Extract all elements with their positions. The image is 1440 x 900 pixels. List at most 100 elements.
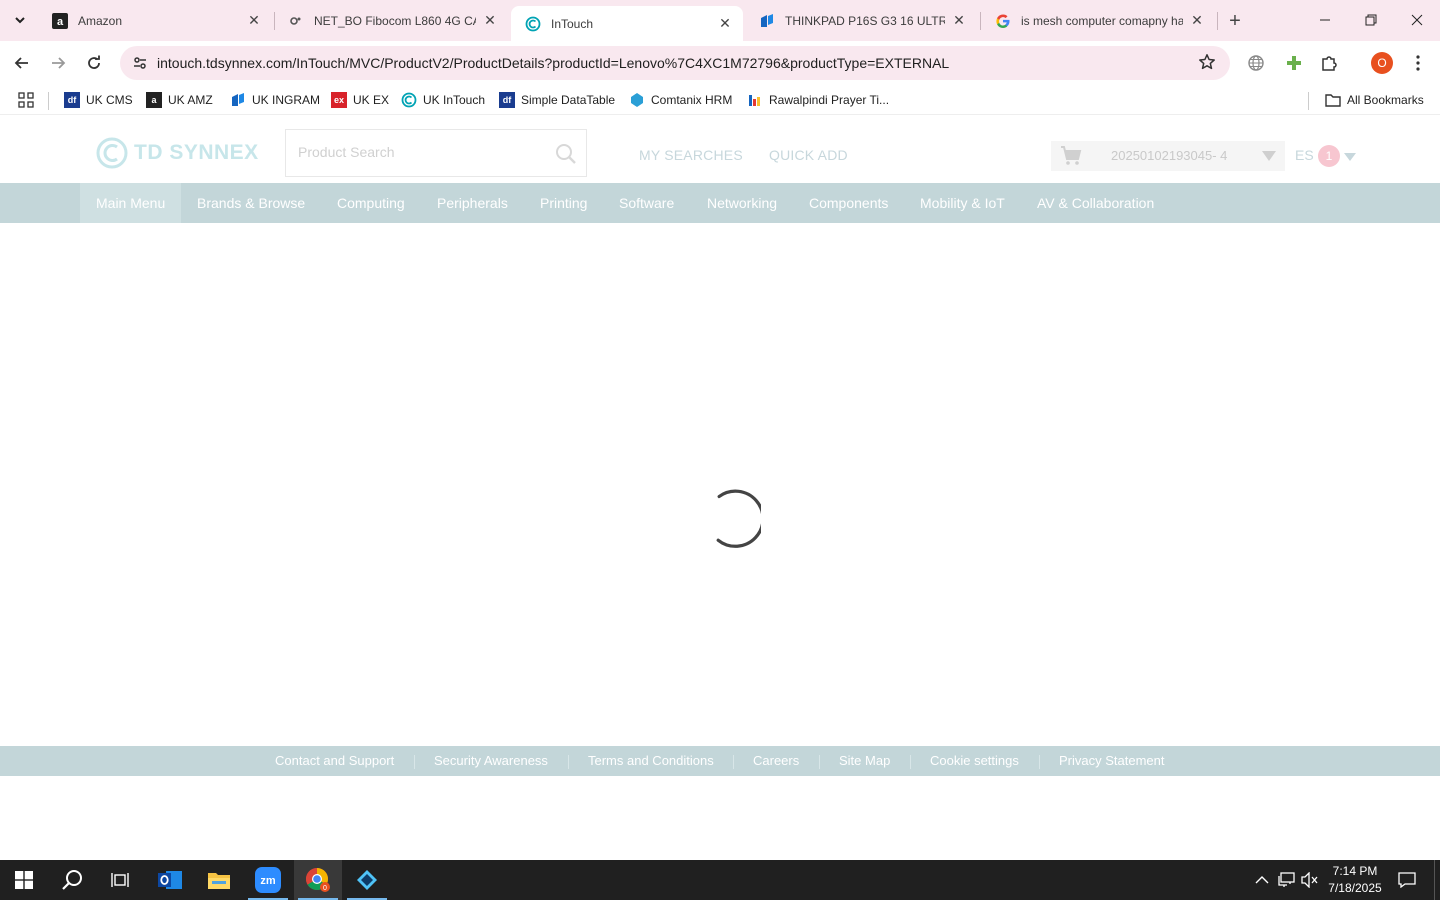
bookmark-uk-cms[interactable]: df UK CMS	[64, 91, 133, 109]
site-info-icon[interactable]	[128, 51, 152, 75]
taskbar-chrome[interactable]: 0	[294, 860, 342, 900]
footer-contact-support[interactable]: Contact and Support	[275, 753, 394, 768]
footer-separator	[414, 755, 415, 769]
minimize-button[interactable]	[1302, 0, 1348, 40]
tab-google[interactable]: is mesh computer comapny ha ✕	[981, 0, 1215, 41]
task-view-icon	[111, 873, 129, 887]
chrome-menu-button[interactable]	[1404, 49, 1432, 77]
close-icon[interactable]: ✕	[717, 15, 733, 32]
system-clock[interactable]: 7:14 PM 7/18/2025	[1318, 863, 1392, 897]
url-text[interactable]: intouch.tdsynnex.com/InTouch/MVC/Product…	[157, 55, 949, 71]
extensions-menu-button[interactable]	[1315, 49, 1343, 77]
tray-overflow-button[interactable]	[1252, 870, 1272, 890]
nav-peripherals[interactable]: Peripherals	[421, 183, 524, 223]
footer-careers[interactable]: Careers	[753, 753, 799, 768]
caret-down-icon[interactable]	[1343, 150, 1357, 162]
show-desktop-button[interactable]	[1434, 860, 1435, 900]
taskbar-zoom[interactable]: zm	[244, 860, 292, 900]
notification-badge[interactable]: 1	[1318, 145, 1340, 167]
bookmark-star-icon[interactable]	[1198, 53, 1218, 73]
new-tab-button[interactable]: +	[1222, 8, 1248, 34]
my-searches-link[interactable]: MY SEARCHES	[639, 147, 743, 163]
nav-components[interactable]: Components	[793, 183, 904, 223]
footer-security-awareness[interactable]: Security Awareness	[434, 753, 548, 768]
all-bookmarks-button[interactable]: All Bookmarks	[1325, 91, 1424, 109]
task-view-button[interactable]	[96, 860, 144, 900]
footer-cookie-settings[interactable]: Cookie settings	[930, 753, 1019, 768]
tab-title: THINKPAD P16S G3 16 ULTRA9	[785, 13, 945, 28]
bookmarks-separator	[1308, 92, 1309, 110]
nav-av-collaboration[interactable]: AV & Collaboration	[1021, 183, 1170, 223]
restore-button[interactable]	[1348, 0, 1394, 40]
caret-down-icon[interactable]	[1261, 149, 1277, 163]
nav-networking[interactable]: Networking	[691, 183, 793, 223]
chrome-icon: 0	[306, 868, 330, 892]
footer-terms-conditions[interactable]: Terms and Conditions	[588, 753, 714, 768]
folder-icon	[1325, 92, 1341, 108]
start-button[interactable]	[0, 860, 48, 900]
nav-main-menu[interactable]: Main Menu	[80, 183, 182, 223]
bookmarks-separator	[48, 92, 49, 110]
nav-printing[interactable]: Printing	[524, 183, 603, 223]
close-icon[interactable]: ✕	[1189, 12, 1205, 29]
nav-software[interactable]: Software	[603, 183, 690, 223]
quick-add-link[interactable]: QUICK ADD	[769, 147, 848, 163]
apps-button[interactable]	[18, 91, 34, 109]
bookmark-label: UK AMZ	[168, 93, 213, 107]
close-icon[interactable]: ✕	[482, 12, 498, 29]
search-icon[interactable]	[554, 142, 578, 166]
clock-date: 7/18/2025	[1328, 881, 1382, 895]
reload-button[interactable]	[80, 49, 108, 77]
footer-site-map[interactable]: Site Map	[839, 753, 890, 768]
extension-button[interactable]	[1280, 49, 1308, 77]
tab-separator	[1217, 12, 1218, 30]
close-window-button[interactable]	[1394, 0, 1440, 40]
taskbar-app[interactable]	[343, 860, 391, 900]
tab-search-button[interactable]	[6, 6, 34, 34]
close-icon[interactable]: ✕	[246, 12, 262, 29]
logo-text: TD SYNNEX	[134, 141, 259, 164]
user-initials[interactable]: ES	[1295, 147, 1314, 163]
bookmark-comtanix-hrm[interactable]: Comtanix HRM	[629, 91, 732, 109]
bookmark-uk-intouch[interactable]: UK InTouch	[401, 91, 485, 109]
apps-grid-icon	[18, 92, 34, 108]
tdsynnex-logo[interactable]: TD SYNNEX	[96, 137, 259, 169]
bookmark-uk-amz[interactable]: a UK AMZ	[146, 91, 213, 109]
back-button[interactable]	[8, 49, 36, 77]
tab-intouch[interactable]: InTouch ✕	[511, 6, 743, 41]
nav-computing[interactable]: Computing	[321, 183, 421, 223]
nav-brands-browse[interactable]: Brands & Browse	[181, 183, 321, 223]
action-center-button[interactable]	[1397, 870, 1417, 890]
profile-avatar[interactable]: O	[1371, 52, 1393, 74]
globe-icon	[1248, 55, 1264, 71]
address-bar[interactable]: intouch.tdsynnex.com/InTouch/MVC/Product…	[120, 46, 1230, 80]
close-icon[interactable]: ✕	[951, 12, 967, 29]
tab-fibocom[interactable]: NET_BO Fibocom L860 4G CAT ✕	[274, 0, 508, 41]
translate-extension[interactable]	[1242, 49, 1270, 77]
bookmarks-bar: df UK CMS a UK AMZ UK INGRAM ex UK EX UK…	[0, 85, 1440, 115]
cart-selector[interactable]: 20250102193045- 4	[1051, 141, 1285, 171]
taskbar-outlook[interactable]	[146, 860, 194, 900]
bookmark-uk-ingram[interactable]: UK INGRAM	[230, 91, 320, 109]
volume-button[interactable]	[1300, 870, 1320, 890]
svg-text:a: a	[57, 16, 64, 28]
tab-thinkpad[interactable]: THINKPAD P16S G3 16 ULTRA9 ✕	[745, 0, 977, 41]
footer-separator	[568, 755, 569, 769]
bookmark-simple-datatable[interactable]: df Simple DataTable	[499, 91, 615, 109]
footer-privacy-statement[interactable]: Privacy Statement	[1059, 753, 1165, 768]
search-input[interactable]	[298, 144, 538, 160]
tdsynnex-icon	[525, 16, 541, 32]
nav-mobility-iot[interactable]: Mobility & IoT	[904, 183, 1021, 223]
bookmark-rawalpindi-prayer[interactable]: Rawalpindi Prayer Ti...	[747, 91, 889, 109]
svg-text:zm: zm	[260, 875, 276, 887]
tab-amazon[interactable]: a Amazon ✕	[38, 0, 272, 41]
taskbar-search-button[interactable]	[48, 860, 96, 900]
all-bookmarks-label: All Bookmarks	[1347, 93, 1424, 107]
forward-button[interactable]	[44, 49, 72, 77]
cart-icon[interactable]	[1059, 144, 1083, 168]
network-button[interactable]	[1277, 870, 1297, 890]
taskbar-file-explorer[interactable]	[195, 860, 243, 900]
footer: Contact and Support Security Awareness T…	[0, 746, 1440, 776]
diamond-app-icon	[357, 870, 377, 890]
bookmark-uk-ex[interactable]: ex UK EX	[331, 91, 389, 109]
